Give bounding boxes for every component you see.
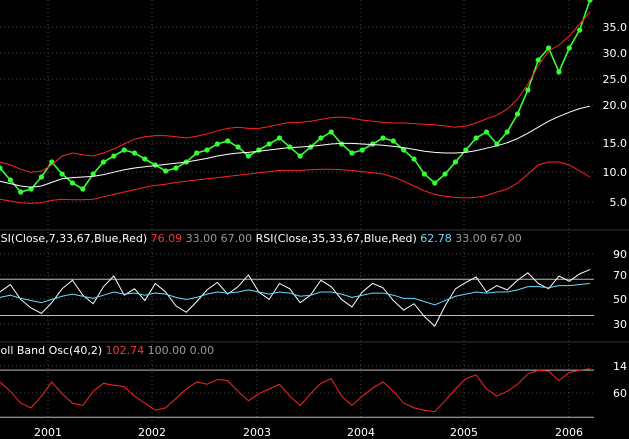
indicator-legend: Boll Band Osc(40,2) 102.74 100.00 0.00 <box>0 344 214 357</box>
y-tick-label: 15.0 <box>603 137 628 150</box>
moving-average-line <box>0 105 591 188</box>
x-tick-label: 2003 <box>243 426 271 439</box>
close-point <box>380 135 386 141</box>
close-point <box>421 171 427 177</box>
close-point <box>473 135 479 141</box>
legend-item: 33.00 <box>182 232 217 245</box>
y-tick-label: 90 <box>613 248 627 261</box>
close-point <box>411 156 417 162</box>
y-tick-label: 20.0 <box>603 99 628 112</box>
legend-item: 0.00 <box>186 344 214 357</box>
y-tick-label: 30.0 <box>603 47 628 60</box>
close-point <box>432 180 438 186</box>
close-point <box>80 186 86 192</box>
close-point <box>235 144 241 150</box>
close-point <box>142 156 148 162</box>
close-point <box>359 147 365 153</box>
close-point <box>131 150 138 156</box>
close-point <box>121 147 127 153</box>
close-point <box>204 147 210 153</box>
indicator-legends: RSI(Close,7,33,67,Blue,Red) 76.09 33.00 … <box>0 232 522 357</box>
close-point <box>7 177 13 183</box>
close-point <box>514 111 521 117</box>
close-point <box>59 171 65 177</box>
close-point <box>225 138 231 144</box>
close-point <box>328 129 334 135</box>
x-tick-label: 2001 <box>34 426 62 439</box>
indicator-legend: RSI(Close,7,33,67,Blue,Red) 76.09 33.00 … <box>0 232 522 245</box>
close-line <box>0 0 591 193</box>
close-point <box>452 159 459 165</box>
y-tick-label: 50 <box>613 293 627 306</box>
close-point <box>442 171 448 177</box>
y-tick-label: 60 <box>613 387 627 400</box>
oscillator-line <box>0 368 591 413</box>
y-tick-label: 14 <box>613 360 627 373</box>
legend-item: 76.09 <box>147 232 182 245</box>
y-tick-label: 35.0 <box>603 21 628 34</box>
legend-item: Boll Band Osc(40,2) <box>0 344 102 357</box>
close-point <box>318 135 324 141</box>
y-tick-label: 10.0 <box>603 166 628 179</box>
close-point <box>38 174 45 180</box>
legend-item: RSI(Close,35,33,67,Blue,Red) <box>252 232 417 245</box>
y-tick-label: 25.0 <box>603 73 628 86</box>
close-point <box>163 168 169 174</box>
close-point <box>535 57 541 63</box>
close-point <box>556 69 562 75</box>
close-point <box>245 153 252 159</box>
legend-item: 67.00 <box>217 232 252 245</box>
legend-item: 33.00 <box>452 232 487 245</box>
close-point <box>587 0 593 3</box>
close-point <box>390 138 396 144</box>
close-point <box>566 45 572 51</box>
legend-item: 67.00 <box>487 232 522 245</box>
close-point <box>276 135 283 141</box>
legend-item: 102.74 <box>102 344 144 357</box>
close-point <box>100 159 107 165</box>
y-tick-label: 30 <box>613 318 627 331</box>
stock-chart: RSI(Close,7,33,67,Blue,Red) 76.09 33.00 … <box>0 0 629 439</box>
close-point <box>18 189 24 195</box>
rsi-35-line <box>0 282 591 306</box>
close-point <box>504 129 510 135</box>
upper-band-line <box>0 11 591 173</box>
legend-item: RSI(Close,7,33,67,Blue,Red) <box>0 232 147 245</box>
close-point <box>266 141 272 147</box>
lower-band-line <box>0 161 591 204</box>
close-point <box>349 150 355 156</box>
legend-item: 100.00 <box>144 344 186 357</box>
close-point <box>173 165 179 171</box>
close-point <box>194 150 200 156</box>
x-tick-label: 2005 <box>450 426 478 439</box>
x-tick-label: 2006 <box>555 426 583 439</box>
close-point <box>214 141 220 147</box>
close-point <box>111 153 117 159</box>
y-tick-label: 70 <box>613 269 627 282</box>
grid <box>0 0 629 422</box>
x-tick-label: 2004 <box>347 426 375 439</box>
y-tick-label: 5.0 <box>610 196 628 209</box>
close-point <box>69 180 76 186</box>
close-point <box>297 153 303 159</box>
close-point <box>577 27 583 33</box>
close-point <box>483 129 490 135</box>
x-tick-label: 2002 <box>138 426 166 439</box>
legend-item: 62.78 <box>417 232 452 245</box>
close-point <box>525 87 531 93</box>
